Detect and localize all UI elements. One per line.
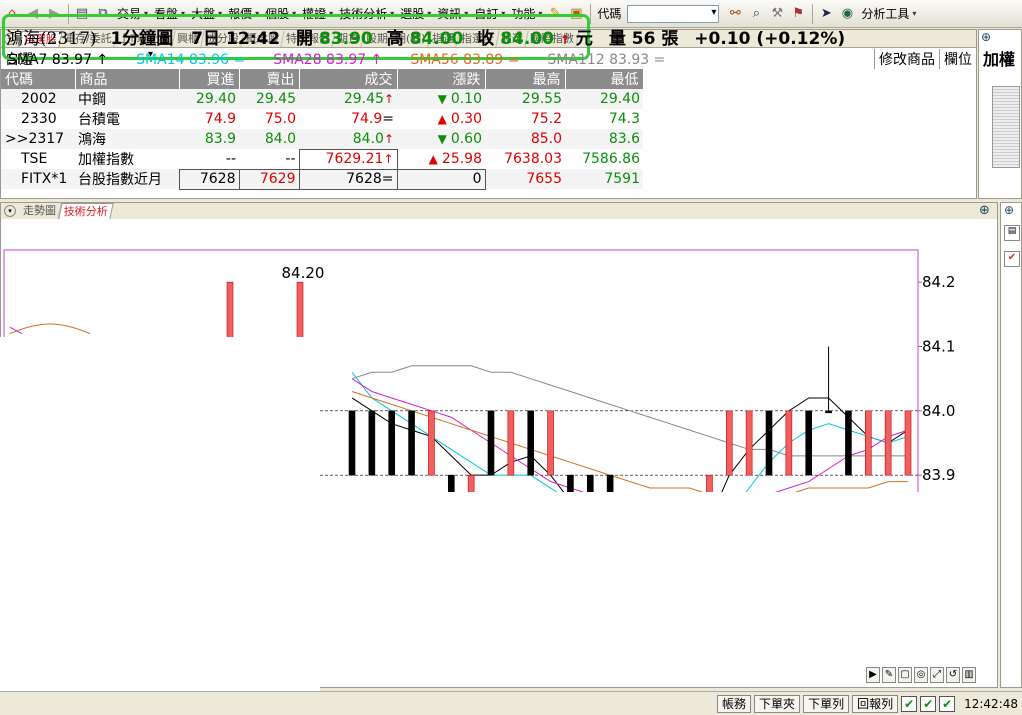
- candle-body: [765, 410, 773, 476]
- candle-body: [348, 410, 356, 476]
- candle-body: [567, 474, 574, 492]
- candle-body: [805, 410, 813, 476]
- zoom-icon[interactable]: ⊕: [981, 30, 991, 44]
- unit-label: 元: [575, 29, 593, 49]
- candle-body: [845, 410, 852, 476]
- open-label: 開: [296, 29, 314, 49]
- candle-body: [487, 410, 495, 476]
- toolbar-divider: [590, 3, 592, 24]
- sma-legend-item: SMA28 83.97 ↑: [273, 52, 383, 68]
- chart-side-panel: ⊕ ▤ ✔: [1000, 202, 1022, 688]
- chart-info-line: 鴻海(2317) 1分鐘圖 7日 12:42 開 83.90 高 84.00 收…: [6, 24, 845, 49]
- sma-legend-item: SMA14 83.96 =: [136, 52, 246, 68]
- analysis-tool-menu[interactable]: 分析工具 ▾: [858, 5, 919, 22]
- status-bar: 帳務 下單夾 下單列 回報列 ✔ ✔ ✔ 12:42:48: [0, 691, 1022, 715]
- candle-body: [785, 410, 793, 476]
- sma-legend-item: SMA112 83.93 =: [547, 52, 666, 68]
- volume-label: 量: [608, 29, 626, 49]
- status-buttons: 帳務 下單夾 下單列 回報列: [717, 694, 899, 713]
- chart-date: 7日: [191, 29, 221, 49]
- y-tick-label: 84.1: [922, 338, 955, 356]
- scroll-right-icon[interactable]: ▶: [866, 667, 880, 683]
- candle-body: [467, 474, 475, 492]
- search-icon[interactable]: ⌕: [746, 4, 766, 24]
- change-value: +0.10 (+0.12%): [694, 29, 846, 49]
- sma-legend-item: SMA7 83.97 ↑: [8, 52, 109, 68]
- blank-overlay: [0, 337, 320, 715]
- side-button-icon[interactable]: ▤: [1004, 225, 1020, 241]
- checkbox-3[interactable]: ✔: [939, 695, 956, 712]
- status-clock: 12:42:48: [964, 696, 1018, 711]
- toolbar-divider: [812, 3, 814, 24]
- candle-body: [706, 474, 713, 492]
- candle-body: [447, 474, 455, 492]
- chart-tool-icon[interactable]: ✎: [882, 667, 896, 683]
- side-check-icon[interactable]: ✔: [1004, 251, 1020, 267]
- y-tick-label: 84.0: [922, 402, 955, 420]
- high-label: 高: [386, 29, 404, 49]
- close-value: 84.00: [500, 29, 554, 49]
- analysis-tool-label: 分析工具: [861, 7, 910, 21]
- tag-icon[interactable]: ⚑: [788, 4, 808, 24]
- sma-line-fragment: [9, 323, 91, 335]
- stock-name: 鴻海(2317): [6, 29, 97, 49]
- candle-body: [884, 410, 892, 476]
- chart-tool-icon[interactable]: ↺: [946, 667, 960, 683]
- candle-body: [507, 410, 515, 476]
- candle-body: [408, 410, 415, 476]
- close-up-arrow-icon: ↑: [559, 33, 570, 47]
- side-zoom-icon[interactable]: ⊕: [1004, 203, 1014, 217]
- status-button[interactable]: 帳務: [717, 694, 752, 713]
- chart-scroll-controls: ▶ ✎ ▢ ◎ ⤢ ↺ ▥: [866, 667, 996, 685]
- close-label: 收: [477, 29, 495, 49]
- candle-body: [725, 410, 733, 476]
- volume-unit: 張: [661, 29, 679, 49]
- y-tick-label: 84.2: [922, 273, 955, 291]
- volume-value: 56: [631, 29, 656, 49]
- y-tick-label: 83.9: [922, 466, 955, 484]
- high-value: 84.00: [409, 29, 464, 49]
- candle-body: [586, 474, 594, 492]
- candle-body: [864, 410, 872, 476]
- chart-tool-icon[interactable]: ◎: [914, 667, 928, 683]
- status-button[interactable]: 下單夾: [754, 694, 801, 713]
- sma-line-SMA14: [351, 371, 909, 492]
- candle-body: [428, 410, 435, 476]
- checkbox-1[interactable]: ✔: [901, 695, 918, 712]
- status-button[interactable]: 下單列: [803, 694, 850, 713]
- candle-body: [547, 410, 554, 476]
- chart-tool-icon[interactable]: ⤢: [930, 667, 944, 683]
- glasses-icon[interactable]: ⚯: [725, 4, 745, 24]
- status-button[interactable]: 回報列: [852, 694, 899, 713]
- sma-line-SMA56: [351, 391, 908, 492]
- code-label: 代碼: [597, 7, 622, 21]
- sma-legend-item: SMA56 83.89 =: [410, 52, 520, 68]
- candle-body: [745, 410, 753, 476]
- open-value: 83.90: [318, 29, 373, 49]
- chart-time: 12:42: [225, 29, 281, 49]
- chart-tool-icon[interactable]: ▢: [898, 667, 912, 683]
- checkbox-2[interactable]: ✔: [920, 695, 937, 712]
- cursor-icon[interactable]: ➤: [816, 4, 836, 24]
- analysis-icon[interactable]: ◉: [837, 4, 857, 24]
- high-annotation: 84.20: [282, 264, 325, 282]
- candle-body: [825, 410, 832, 414]
- candle-body: [527, 410, 535, 476]
- sma-legend: SMA7 83.97 ↑ SMA14 83.96 = SMA28 83.97 ↑ SM…: [8, 52, 693, 68]
- tools-icon[interactable]: ⚒: [767, 4, 787, 24]
- candle-body: [388, 410, 396, 476]
- code-input[interactable]: [627, 4, 720, 23]
- chart-period: 1分鐘圖: [110, 29, 174, 49]
- candle-body: [368, 410, 376, 476]
- candle-body: [606, 474, 614, 492]
- app-window: ⌂ ◀ ▶ ▤ ⧉ 交易 ▾ 看盤 ▾ 大盤 ▾ 報價 ▾ 個股 ▾ 權證 ▾ 技術分析 ▾ 選股 ▾ 資訊 ▾ 自…: [0, 0, 1022, 715]
- chart-tool-icon[interactable]: ▥: [962, 667, 976, 683]
- candle-body: [904, 410, 912, 476]
